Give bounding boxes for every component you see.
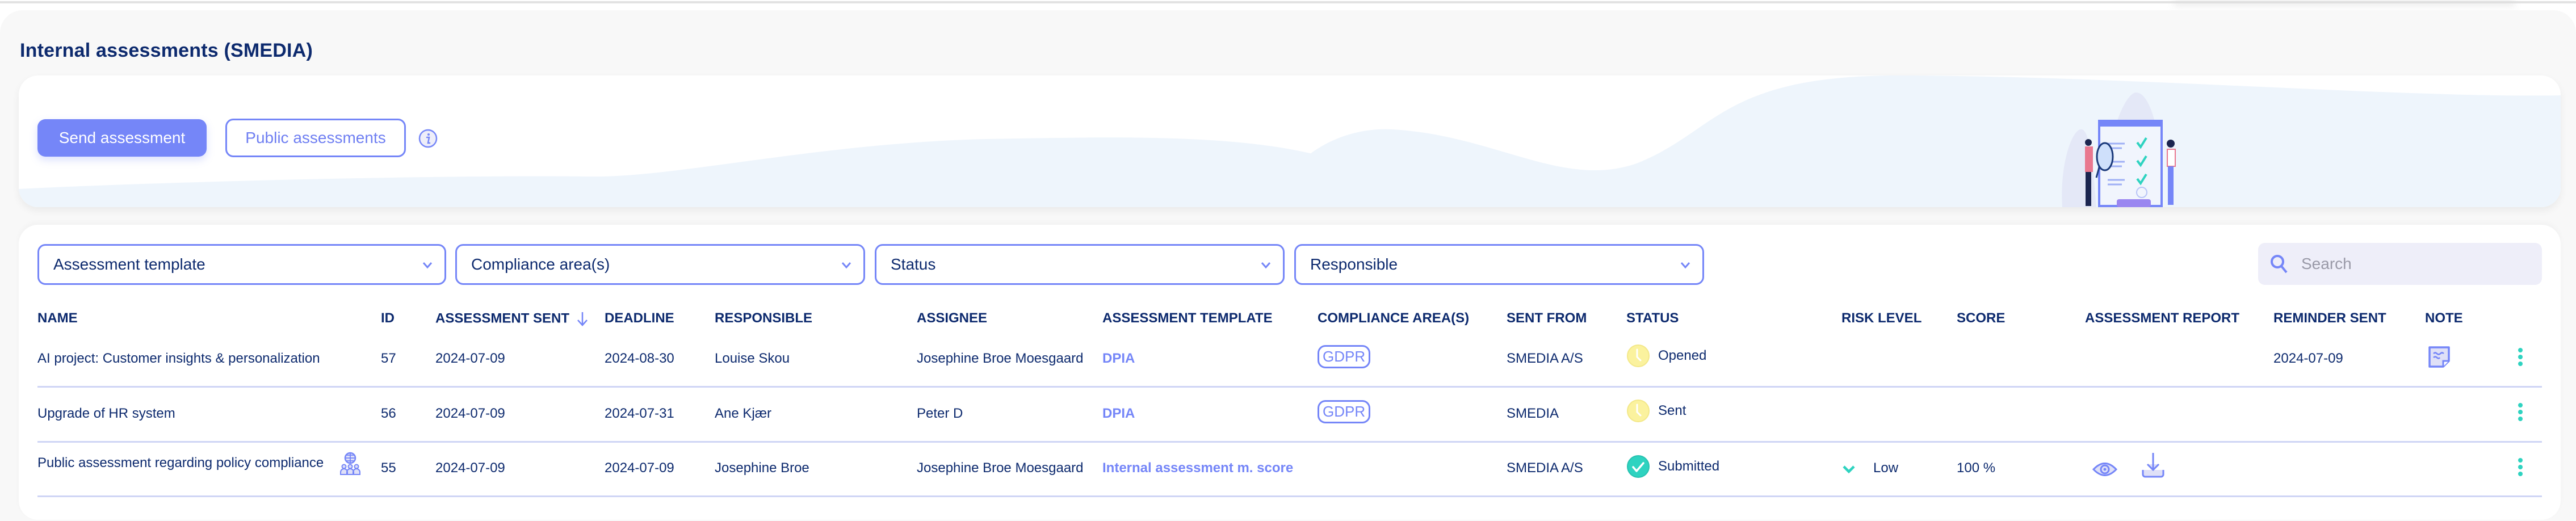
row-responsible: Louise Skou bbox=[715, 351, 790, 366]
row-assignee: Peter D bbox=[917, 406, 963, 421]
compliance-badge: GDPR bbox=[1318, 400, 1371, 423]
more-options-icon[interactable] bbox=[2518, 457, 2523, 477]
row-score: 100 % bbox=[1957, 460, 1996, 476]
column-header-name[interactable]: NAME bbox=[37, 310, 78, 326]
search-box[interactable] bbox=[2258, 243, 2542, 285]
column-header-assessment-report[interactable]: ASSESSMENT REPORT bbox=[2085, 310, 2239, 326]
status-label: Opened bbox=[1658, 348, 1707, 363]
filter-label: Compliance area(s) bbox=[471, 255, 610, 273]
assessment-illustration bbox=[2062, 93, 2176, 207]
filter-label: Status bbox=[891, 255, 936, 273]
row-responsible: Josephine Broe bbox=[715, 460, 809, 476]
status-label: Sent bbox=[1658, 403, 1686, 418]
column-header-responsible[interactable]: RESPONSIBLE bbox=[715, 310, 812, 326]
chevron-down-icon bbox=[1680, 262, 1690, 269]
row-name[interactable]: Upgrade of HR system bbox=[37, 406, 175, 422]
column-header-compliance-areas[interactable]: COMPLIANCE AREA(S) bbox=[1318, 310, 1469, 326]
check-circle-icon bbox=[1627, 455, 1650, 478]
more-options-icon[interactable] bbox=[2518, 347, 2523, 367]
view-report-icon[interactable] bbox=[2092, 460, 2117, 479]
row-risk-level: Low bbox=[1873, 460, 1899, 476]
row-sent-from: SMEDIA A/S bbox=[1507, 460, 1583, 476]
search-input[interactable] bbox=[2300, 254, 2529, 274]
column-header-risk-level[interactable]: RISK LEVEL bbox=[1841, 310, 1921, 326]
chevron-down-icon bbox=[1261, 262, 1271, 269]
clock-icon bbox=[1627, 400, 1650, 422]
column-header-sent-from[interactable]: SENT FROM bbox=[1507, 310, 1587, 326]
clock-icon bbox=[1627, 344, 1650, 367]
row-separator bbox=[37, 441, 2542, 443]
status-badge: Opened bbox=[1626, 344, 1706, 368]
download-report-icon[interactable] bbox=[2141, 452, 2166, 479]
row-template-link[interactable]: DPIA bbox=[1102, 406, 1135, 422]
assessment-template-filter[interactable]: Assessment template bbox=[37, 244, 446, 285]
row-deadline: 2024-07-09 bbox=[605, 460, 674, 476]
row-assessment-sent: 2024-07-09 bbox=[435, 460, 505, 476]
row-id: 56 bbox=[381, 406, 396, 421]
low-risk-chevron-icon bbox=[1843, 465, 1855, 473]
page-title: Internal assessments (SMEDIA) bbox=[20, 40, 313, 61]
responsible-filter[interactable]: Responsible bbox=[1294, 244, 1704, 285]
row-reminder-sent: 2024-07-09 bbox=[2273, 351, 2343, 366]
status-label: Submitted bbox=[1658, 459, 1720, 474]
row-name[interactable]: Public assessment regarding policy compl… bbox=[37, 455, 324, 471]
public-assessment-icon bbox=[340, 452, 360, 475]
filter-label: Responsible bbox=[1310, 255, 1398, 273]
more-options-icon[interactable] bbox=[2518, 402, 2523, 422]
row-assignee: Josephine Broe Moesgaard bbox=[917, 351, 1084, 366]
column-header-reminder-sent[interactable]: REMINDER SENT bbox=[2273, 310, 2386, 326]
column-header-id[interactable]: ID bbox=[381, 310, 395, 326]
row-id: 55 bbox=[381, 460, 396, 476]
sort-descending-icon[interactable] bbox=[576, 310, 589, 327]
public-assessments-button[interactable]: Public assessments bbox=[225, 119, 406, 157]
row-name[interactable]: AI project: Customer insights & personal… bbox=[37, 351, 320, 367]
column-header-assignee[interactable]: ASSIGNEE bbox=[917, 310, 987, 326]
send-assessment-button[interactable]: Send assessment bbox=[37, 119, 207, 157]
row-id: 57 bbox=[381, 351, 396, 366]
search-icon bbox=[2271, 255, 2288, 274]
action-banner: Send assessment Public assessments bbox=[19, 75, 2561, 207]
row-separator bbox=[37, 386, 2542, 388]
row-template-link[interactable]: Internal assessment m. score bbox=[1102, 460, 1293, 476]
chevron-down-icon bbox=[422, 262, 433, 269]
chevron-down-icon bbox=[841, 262, 851, 269]
note-icon[interactable] bbox=[2427, 345, 2451, 369]
status-badge: Submitted bbox=[1626, 455, 1719, 478]
status-badge: Sent bbox=[1626, 399, 1686, 423]
info-icon[interactable] bbox=[418, 129, 438, 148]
row-separator bbox=[37, 495, 2542, 497]
compliance-badge: GDPR bbox=[1318, 345, 1371, 368]
column-header-note[interactable]: NOTE bbox=[2425, 310, 2463, 326]
row-sent-from: SMEDIA A/S bbox=[1507, 351, 1583, 366]
row-sent-from: SMEDIA bbox=[1507, 406, 1559, 421]
column-header-assessment-template[interactable]: ASSESSMENT TEMPLATE bbox=[1102, 310, 1273, 326]
row-assessment-sent: 2024-07-09 bbox=[435, 351, 505, 366]
column-header-status[interactable]: STATUS bbox=[1626, 310, 1679, 326]
status-filter[interactable]: Status bbox=[875, 244, 1285, 285]
row-assignee: Josephine Broe Moesgaard bbox=[917, 460, 1084, 476]
row-deadline: 2024-07-31 bbox=[605, 406, 674, 421]
column-header-label: ASSESSMENT SENT bbox=[435, 310, 570, 326]
column-header-score[interactable]: SCORE bbox=[1957, 310, 2005, 326]
column-header-assessment-sent[interactable]: ASSESSMENT SENT bbox=[435, 310, 589, 327]
row-deadline: 2024-08-30 bbox=[605, 351, 674, 366]
top-shadow bbox=[2174, 0, 2515, 6]
row-assessment-sent: 2024-07-09 bbox=[435, 406, 505, 421]
column-header-deadline[interactable]: DEADLINE bbox=[605, 310, 674, 326]
assessments-table-card: Assessment template Compliance area(s) S… bbox=[19, 225, 2561, 520]
row-template-link[interactable]: DPIA bbox=[1102, 351, 1135, 367]
row-responsible: Ane Kjær bbox=[715, 406, 772, 421]
filter-label: Assessment template bbox=[53, 255, 205, 273]
compliance-area-filter[interactable]: Compliance area(s) bbox=[455, 244, 865, 285]
